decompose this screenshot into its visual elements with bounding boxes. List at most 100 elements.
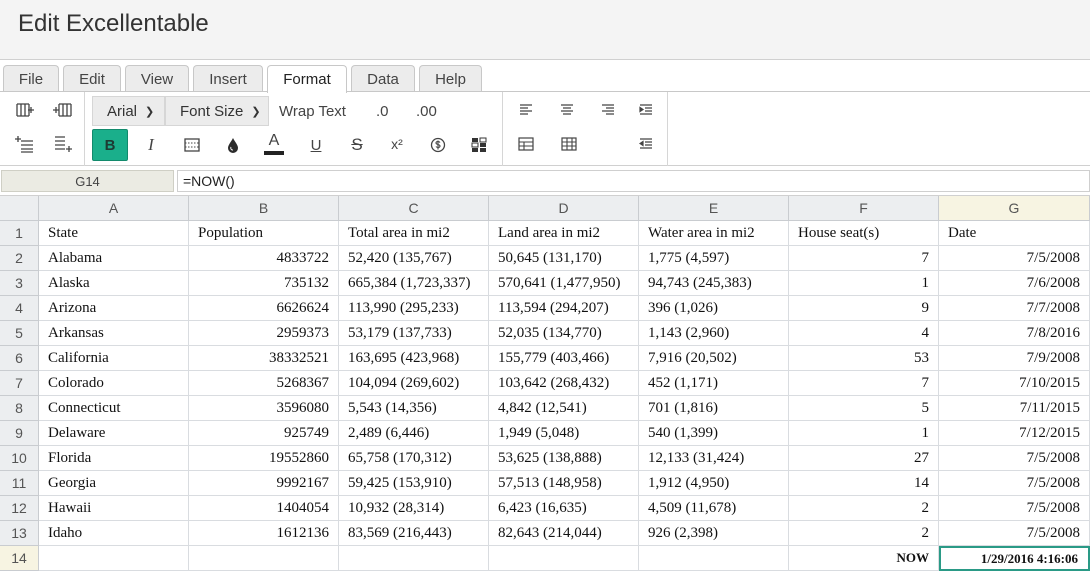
- table-cell[interactable]: 1,143 (2,960): [639, 321, 789, 346]
- table-cell[interactable]: 1,775 (4,597): [639, 246, 789, 271]
- table-cell[interactable]: 163,695 (423,968): [339, 346, 489, 371]
- table-cell[interactable]: 1612136: [189, 521, 339, 546]
- column-header-g[interactable]: G: [939, 196, 1090, 221]
- table-cell[interactable]: 735132: [189, 271, 339, 296]
- insert-column-right-icon[interactable]: [46, 95, 80, 125]
- font-size-dropdown[interactable]: Font Size ❯: [165, 96, 269, 126]
- table-cell[interactable]: 4,509 (11,678): [639, 496, 789, 521]
- column-header-c[interactable]: C: [339, 196, 489, 221]
- table-cell[interactable]: 65,758 (170,312): [339, 446, 489, 471]
- table-cell[interactable]: [639, 546, 789, 571]
- column-header-b[interactable]: B: [189, 196, 339, 221]
- table-cell[interactable]: 10,932 (28,314): [339, 496, 489, 521]
- table-cell[interactable]: California: [39, 346, 189, 371]
- decrease-decimal-button[interactable]: .0: [376, 96, 389, 126]
- underline-button[interactable]: U: [299, 130, 333, 160]
- table-cell[interactable]: 926 (2,398): [639, 521, 789, 546]
- table-cell[interactable]: [39, 546, 189, 571]
- table-cell[interactable]: 7: [789, 371, 939, 396]
- table-cell[interactable]: 4833722: [189, 246, 339, 271]
- italic-button[interactable]: I: [134, 130, 168, 160]
- table-cell[interactable]: Idaho: [39, 521, 189, 546]
- table-cell[interactable]: 396 (1,026): [639, 296, 789, 321]
- table-cell[interactable]: House seat(s): [789, 221, 939, 246]
- row-header[interactable]: 13: [0, 521, 39, 546]
- spreadsheet-grid[interactable]: A B C D E F G 1 State Population Total area in mi2…: [0, 196, 1090, 576]
- tab-file[interactable]: File: [3, 65, 59, 92]
- table-cell[interactable]: 7,916 (20,502): [639, 346, 789, 371]
- table-cell[interactable]: 7/5/2008: [939, 496, 1090, 521]
- conditional-format-icon[interactable]: [462, 130, 496, 160]
- row-header[interactable]: 12: [0, 496, 39, 521]
- table-cell[interactable]: 1: [789, 271, 939, 296]
- insert-column-left-icon[interactable]: [8, 95, 42, 125]
- table-cell[interactable]: 57,513 (148,958): [489, 471, 639, 496]
- table-cell[interactable]: [189, 546, 339, 571]
- table-cell[interactable]: Alaska: [39, 271, 189, 296]
- table-cell[interactable]: 9: [789, 296, 939, 321]
- tab-format[interactable]: Format: [267, 65, 347, 93]
- row-header[interactable]: 9: [0, 421, 39, 446]
- align-right-icon[interactable]: [591, 95, 625, 125]
- table-cell[interactable]: 27: [789, 446, 939, 471]
- table-cell[interactable]: Georgia: [39, 471, 189, 496]
- column-header-f[interactable]: F: [789, 196, 939, 221]
- table-cell[interactable]: 103,642 (268,432): [489, 371, 639, 396]
- table-cell[interactable]: 5: [789, 396, 939, 421]
- table-cell[interactable]: 5,543 (14,356): [339, 396, 489, 421]
- table-cell[interactable]: Delaware: [39, 421, 189, 446]
- superscript-button[interactable]: x²: [380, 129, 414, 159]
- table-cell[interactable]: 6,423 (16,635): [489, 496, 639, 521]
- table-cell[interactable]: Population: [189, 221, 339, 246]
- formula-input[interactable]: =NOW(): [177, 170, 1090, 192]
- table-cell[interactable]: Hawaii: [39, 496, 189, 521]
- table-cell[interactable]: 701 (1,816): [639, 396, 789, 421]
- table-cell[interactable]: 12,133 (31,424): [639, 446, 789, 471]
- table-cell[interactable]: 1,912 (4,950): [639, 471, 789, 496]
- table-cell[interactable]: 570,641 (1,477,950): [489, 271, 639, 296]
- table-cell[interactable]: 52,035 (134,770): [489, 321, 639, 346]
- table-cell[interactable]: 19552860: [189, 446, 339, 471]
- row-header[interactable]: 14: [0, 546, 39, 571]
- tab-help[interactable]: Help: [419, 65, 482, 92]
- table-cell[interactable]: 1,949 (5,048): [489, 421, 639, 446]
- table-cell[interactable]: 540 (1,399): [639, 421, 789, 446]
- table-cell[interactable]: 452 (1,171): [639, 371, 789, 396]
- table-cell[interactable]: Date: [939, 221, 1090, 246]
- row-header[interactable]: 7: [0, 371, 39, 396]
- tab-data[interactable]: Data: [351, 65, 415, 92]
- table-cell[interactable]: 1: [789, 421, 939, 446]
- table-cell[interactable]: 50,645 (131,170): [489, 246, 639, 271]
- select-all-corner[interactable]: [0, 196, 39, 221]
- table-cell[interactable]: Florida: [39, 446, 189, 471]
- row-header[interactable]: 5: [0, 321, 39, 346]
- row-header[interactable]: 8: [0, 396, 39, 421]
- font-family-dropdown[interactable]: Arial ❯: [92, 96, 165, 126]
- row-header[interactable]: 1: [0, 221, 39, 246]
- insert-row-below-icon[interactable]: [46, 129, 80, 159]
- table-cell[interactable]: 14: [789, 471, 939, 496]
- column-header-d[interactable]: D: [489, 196, 639, 221]
- table-cell[interactable]: 6626624: [189, 296, 339, 321]
- table-cell[interactable]: 53: [789, 346, 939, 371]
- tab-edit[interactable]: Edit: [63, 65, 121, 92]
- table-cell[interactable]: 7/7/2008: [939, 296, 1090, 321]
- table-cell[interactable]: 7/10/2015: [939, 371, 1090, 396]
- table-cell[interactable]: 5268367: [189, 371, 339, 396]
- indent-icon[interactable]: [629, 95, 663, 125]
- table-cell[interactable]: 7/5/2008: [939, 246, 1090, 271]
- table-cell[interactable]: 4: [789, 321, 939, 346]
- tab-view[interactable]: View: [125, 65, 189, 92]
- table-cell[interactable]: 7/11/2015: [939, 396, 1090, 421]
- table-cell[interactable]: 7: [789, 246, 939, 271]
- table-cell[interactable]: 7/12/2015: [939, 421, 1090, 446]
- table-cell[interactable]: 7/6/2008: [939, 271, 1090, 296]
- row-header[interactable]: 3: [0, 271, 39, 296]
- column-header-e[interactable]: E: [639, 196, 789, 221]
- table-cell[interactable]: 4,842 (12,541): [489, 396, 639, 421]
- table-cell[interactable]: 2: [789, 521, 939, 546]
- table-cell[interactable]: [339, 546, 489, 571]
- tab-insert[interactable]: Insert: [193, 65, 263, 92]
- table-cell[interactable]: 38332521: [189, 346, 339, 371]
- borders-icon[interactable]: [175, 130, 209, 160]
